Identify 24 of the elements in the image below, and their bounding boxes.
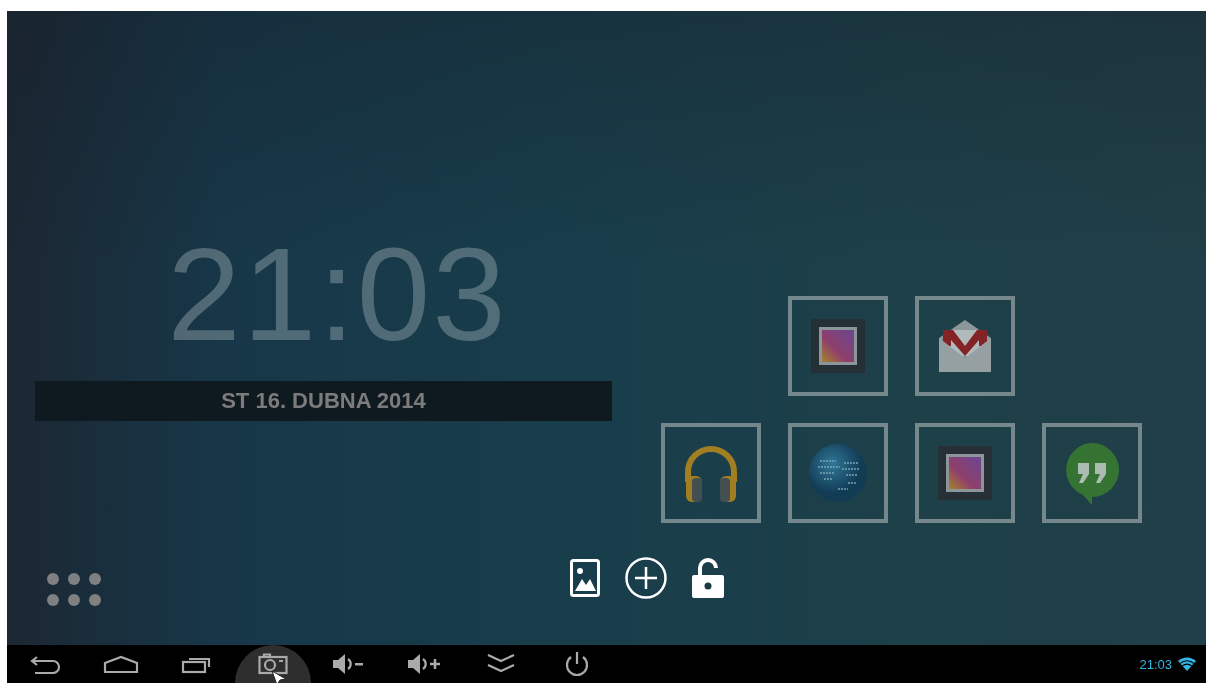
status-time: 21:03 (1139, 656, 1172, 672)
power-icon (564, 651, 590, 677)
gallery-icon (809, 317, 867, 375)
app-shortcut[interactable] (788, 296, 888, 396)
app-drawer-icon[interactable] (47, 573, 101, 606)
app-shortcut[interactable] (915, 423, 1015, 523)
mouse-pointer-icon (271, 670, 287, 683)
wallpaper-icon[interactable] (570, 559, 600, 597)
wifi-icon (1178, 657, 1196, 671)
double-chevron-icon (486, 653, 516, 675)
date-label: ST 16. DUBNA 2014 (35, 381, 612, 421)
add-icon[interactable] (625, 557, 667, 599)
app-shortcut[interactable] (915, 296, 1015, 396)
app-shortcut[interactable] (788, 423, 888, 523)
app-shortcut[interactable] (1042, 423, 1142, 523)
home-icon (103, 655, 139, 673)
back-icon (29, 654, 61, 674)
app-shortcut[interactable] (661, 423, 761, 523)
camera-icon (258, 653, 288, 675)
globe-icon (808, 443, 868, 503)
speech-bubble-icon (1063, 441, 1121, 505)
gallery-icon (936, 444, 994, 502)
unlocked-padlock-icon[interactable] (692, 558, 724, 598)
clock-time: 21:03 (167, 229, 508, 361)
